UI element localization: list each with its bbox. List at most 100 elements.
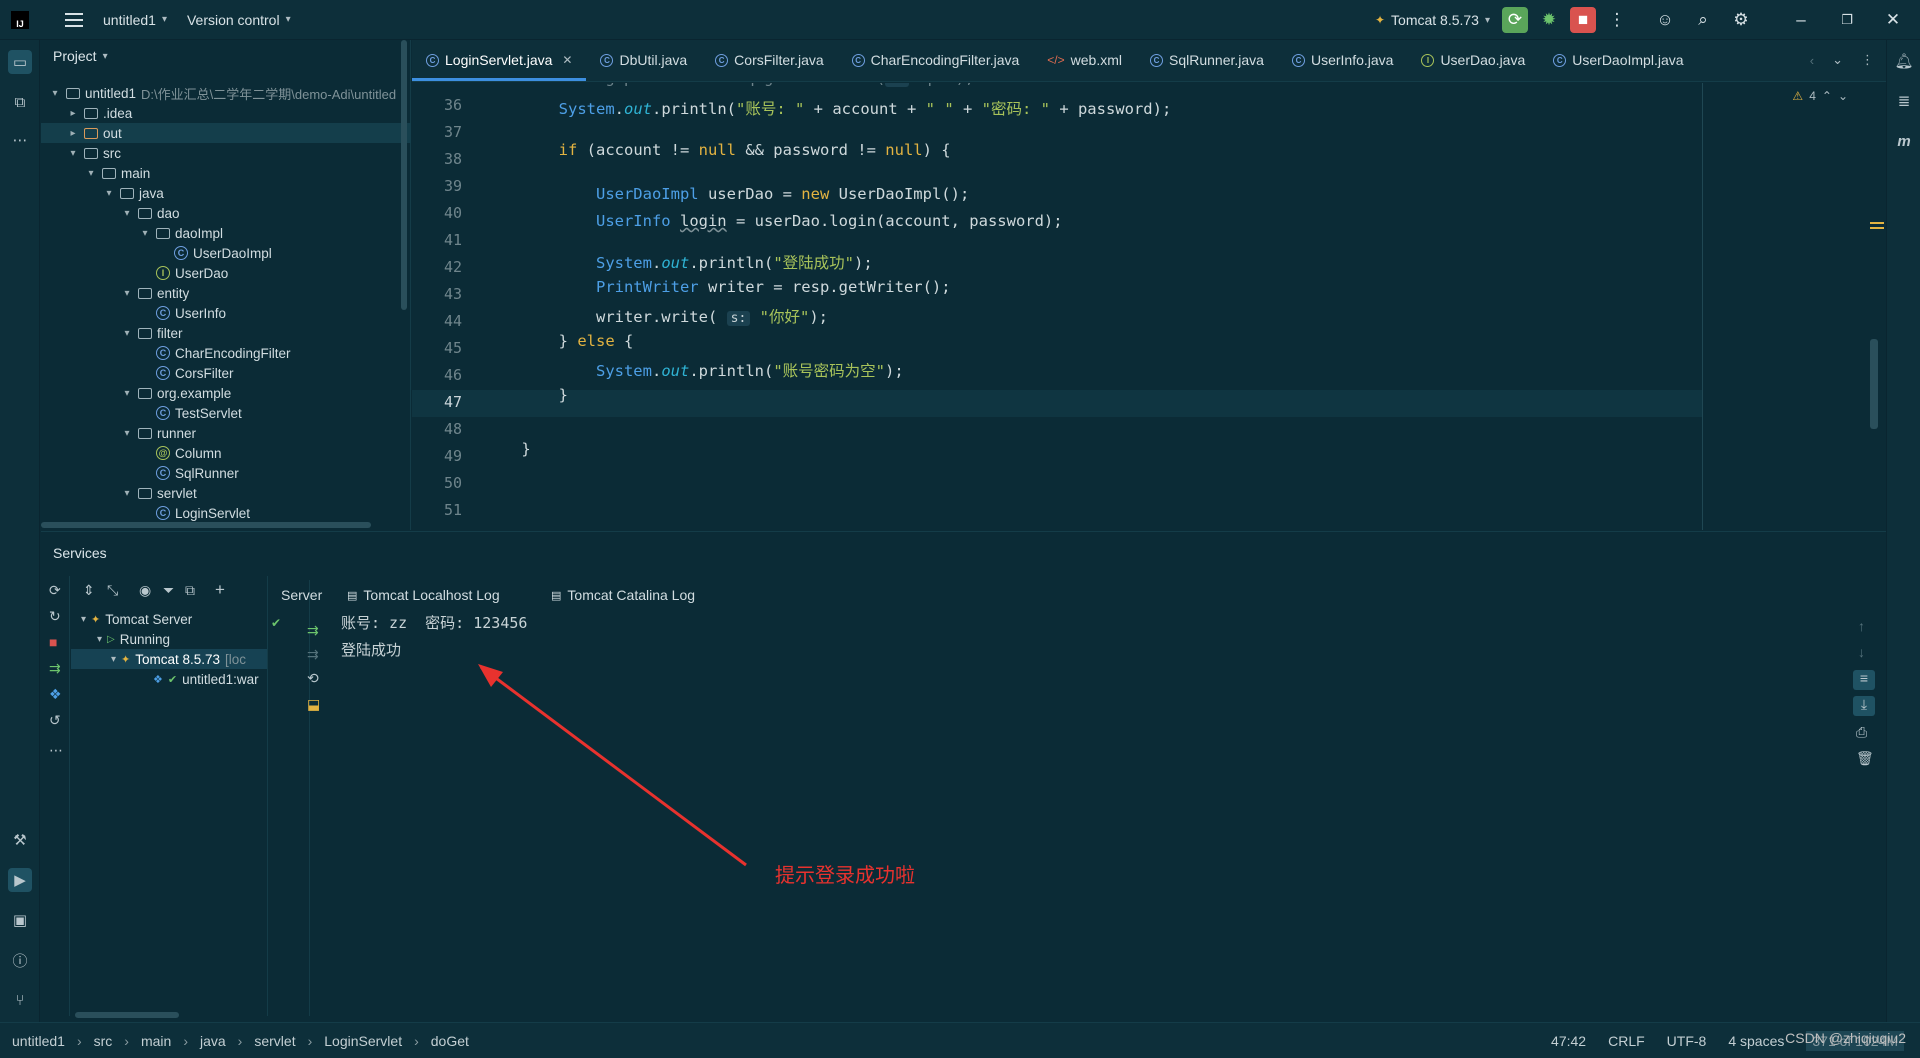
deploy-all-icon[interactable]: ⇉ bbox=[307, 622, 319, 639]
tree-row-dao[interactable]: ▾ dao bbox=[121, 203, 179, 223]
expand-all-icon[interactable]: ⇕ bbox=[83, 582, 95, 599]
build-tool-icon[interactable]: ⚒ bbox=[8, 828, 32, 852]
breadcrumb-item[interactable]: LoginServlet bbox=[324, 1033, 402, 1049]
close-window-button[interactable]: ✕ bbox=[1880, 7, 1906, 33]
warning-marker[interactable] bbox=[1870, 222, 1884, 224]
scroll-to-end-icon[interactable]: ⤓ bbox=[1853, 696, 1875, 716]
tree-row-testservlet[interactable]: C TestServlet bbox=[139, 403, 242, 423]
add-user-icon[interactable]: ☺ bbox=[1652, 7, 1678, 33]
tab-loginservlet-java[interactable]: C LoginServlet.java ✕ bbox=[412, 39, 587, 81]
line-separator[interactable]: CRLF bbox=[1608, 1033, 1645, 1049]
maven-icon[interactable]: m bbox=[1893, 130, 1915, 152]
filter-icon[interactable]: ⏷ bbox=[163, 582, 174, 599]
more-tabs-icon[interactable]: ⋮ bbox=[1861, 52, 1874, 68]
close-tab-icon[interactable]: ✕ bbox=[562, 53, 572, 67]
stop-button[interactable]: ■ bbox=[1570, 7, 1596, 33]
project-tool-icon[interactable]: ▭ bbox=[8, 50, 32, 74]
services-tool-icon[interactable]: ▶ bbox=[8, 868, 32, 892]
collapse-all-icon[interactable]: ⤡ bbox=[107, 582, 118, 599]
tree-row-userdao[interactable]: I UserDao bbox=[139, 263, 228, 283]
tab-charencodingfilter-java[interactable]: C CharEncodingFilter.java bbox=[838, 39, 1034, 81]
main-menu-icon[interactable] bbox=[65, 12, 83, 27]
file-encoding[interactable]: UTF-8 bbox=[1667, 1033, 1707, 1049]
scroll-up-icon[interactable]: ↑ bbox=[1858, 618, 1865, 634]
tree-row--idea[interactable]: ▸ .idea bbox=[67, 103, 132, 123]
debug-icon[interactable]: ✹ bbox=[1536, 7, 1562, 33]
tree-row-corsfilter[interactable]: C CorsFilter bbox=[139, 363, 234, 383]
settings-gear-icon[interactable]: ⚙ bbox=[1728, 7, 1754, 33]
tree-row-tomcat-server[interactable]: ▾ ✦ Tomcat Server bbox=[81, 609, 261, 629]
scroll-down-icon[interactable]: ↓ bbox=[1858, 644, 1865, 660]
tree-row-column[interactable]: @ Column bbox=[139, 443, 222, 463]
run-config-selector[interactable]: ✦ Tomcat 8.5.73 ▾ bbox=[1375, 12, 1490, 28]
search-icon[interactable]: ⌕ bbox=[1690, 7, 1716, 33]
more-tools-icon[interactable]: ⋯ bbox=[8, 128, 32, 152]
breadcrumb-item[interactable]: main bbox=[141, 1033, 171, 1049]
caret-position[interactable]: 47:42 bbox=[1551, 1033, 1586, 1049]
tree-row-runner[interactable]: ▾ runner bbox=[121, 423, 196, 443]
indent-setting[interactable]: 4 spaces bbox=[1728, 1033, 1784, 1049]
redeploy-icon[interactable]: ⟲ bbox=[307, 670, 319, 687]
tab-web-xml[interactable]: </> web.xml bbox=[1033, 39, 1136, 81]
chevron-up-icon[interactable]: ⌃ bbox=[1822, 89, 1832, 103]
tab-dbutil-java[interactable]: C DbUtil.java bbox=[586, 39, 701, 81]
tree-row-sqlrunner[interactable]: C SqlRunner bbox=[139, 463, 239, 483]
deploy-icon[interactable]: ⇉ bbox=[49, 660, 61, 677]
tree-row-filter[interactable]: ▾ filter bbox=[121, 323, 182, 343]
breadcrumb-item[interactable]: servlet bbox=[254, 1033, 295, 1049]
more-icon[interactable]: ⋯ bbox=[49, 742, 63, 759]
tree-row-out[interactable]: ▸ out bbox=[67, 123, 121, 143]
update-icon[interactable]: ↺ bbox=[49, 712, 61, 729]
inspection-widget[interactable]: ⚠ 4 ⌃ ⌄ bbox=[1792, 89, 1848, 103]
eye-icon[interactable]: ◉ bbox=[139, 582, 151, 599]
project-panel-header[interactable]: Project ▾ bbox=[41, 40, 410, 72]
intellij-logo-icon[interactable]: IJ bbox=[11, 10, 29, 29]
stop-icon[interactable]: ■ bbox=[49, 634, 57, 650]
tree-row-org-example[interactable]: ▾ org.example bbox=[121, 383, 231, 403]
tree-row-daoimpl[interactable]: ▾ daoImpl bbox=[139, 223, 223, 243]
vertical-scrollbar[interactable] bbox=[401, 40, 407, 310]
print-icon[interactable]: ⎙ bbox=[1856, 724, 1867, 741]
tree-row-main[interactable]: ▾ main bbox=[85, 163, 150, 183]
minimize-button[interactable]: – bbox=[1788, 7, 1814, 33]
console-tab-tomcat-localhost-log[interactable]: ▤ Tomcat Localhost Log bbox=[347, 580, 500, 610]
console-tab-server[interactable]: Server bbox=[281, 580, 322, 610]
tree-row-src[interactable]: ▾ src bbox=[67, 143, 121, 163]
horizontal-scrollbar[interactable] bbox=[41, 522, 371, 528]
vcs-menu[interactable]: Version control ▾ bbox=[187, 12, 291, 28]
tree-row-servlet[interactable]: ▾ servlet bbox=[121, 483, 196, 503]
console-tab-tomcat-catalina-log[interactable]: ▤ Tomcat Catalina Log bbox=[551, 580, 695, 610]
breadcrumb-item[interactable]: doGet bbox=[431, 1033, 469, 1049]
tree-row-entity[interactable]: ▾ entity bbox=[121, 283, 189, 303]
chevron-left-icon[interactable]: ‹ bbox=[1810, 53, 1814, 68]
breadcrumb-item[interactable]: java bbox=[200, 1033, 226, 1049]
add-service-icon[interactable]: + bbox=[215, 580, 225, 600]
refresh-icon[interactable]: ⟳ bbox=[49, 582, 61, 599]
restore-button[interactable]: ❐ bbox=[1834, 7, 1860, 33]
tab-userdao-java[interactable]: I UserDao.java bbox=[1407, 39, 1539, 81]
breadcrumb-item[interactable]: untitled1 bbox=[12, 1033, 65, 1049]
structure-tool-icon[interactable]: ⧉ bbox=[8, 90, 32, 114]
database-icon[interactable]: ≣ bbox=[1893, 90, 1915, 112]
tab-corsfilter-java[interactable]: C CorsFilter.java bbox=[701, 39, 837, 81]
tree-row-artifact[interactable]: ❖ ✔ untitled1:war bbox=[153, 669, 267, 689]
chevron-down-icon[interactable]: ⌄ bbox=[1832, 52, 1843, 68]
rerun-icon[interactable]: ↻ bbox=[49, 608, 61, 625]
artifact-icon[interactable]: ❖ bbox=[49, 686, 62, 703]
git-tool-icon[interactable]: ⑂ bbox=[8, 988, 32, 1012]
tree-row-root[interactable]: ▾ untitled1 D:\作业汇总\二学年二学期\demo-Adi\untitl… bbox=[49, 83, 396, 103]
terminal-tool-icon[interactable]: ▣ bbox=[8, 908, 32, 932]
tree-scrollbar[interactable] bbox=[75, 1012, 179, 1018]
soft-wrap-icon[interactable]: ≡ bbox=[1853, 670, 1875, 690]
tree-row-tomcat-instance[interactable]: ▾ ✦ Tomcat 8.5.73 [loc bbox=[71, 649, 267, 669]
trash-icon[interactable]: 🗑︎ bbox=[1856, 750, 1874, 767]
tab-userinfo-java[interactable]: C UserInfo.java bbox=[1278, 39, 1407, 81]
code-editor[interactable]: 35 36 37 38 39 40 41 42 43 44 45 46 47 48 49 50 51 Strin… bbox=[412, 83, 1886, 530]
tree-row-userinfo[interactable]: C UserInfo bbox=[139, 303, 226, 323]
problems-tool-icon[interactable]: ⓘ bbox=[8, 948, 32, 972]
tree-row-running[interactable]: ▾ ▷ Running bbox=[97, 629, 267, 649]
rerun-button[interactable]: ⟳ bbox=[1502, 7, 1528, 33]
undeploy-icon[interactable]: ⇉ bbox=[307, 646, 319, 663]
editor-scrollbar[interactable] bbox=[1870, 339, 1878, 429]
tab-sqlrunner-java[interactable]: C SqlRunner.java bbox=[1136, 39, 1278, 81]
